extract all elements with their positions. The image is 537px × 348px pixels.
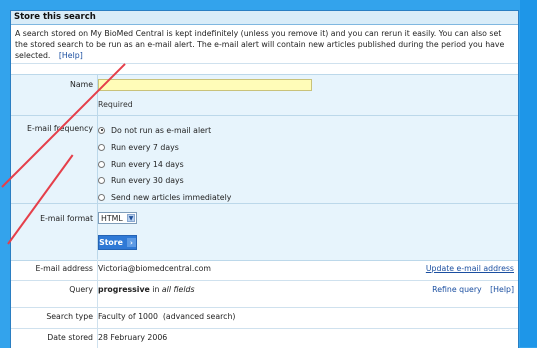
search-type-label: Search type <box>46 312 93 321</box>
query-label: Query <box>69 285 93 294</box>
store-button-label: Store <box>99 238 123 247</box>
query-in: in <box>149 285 162 294</box>
search-type-row: Search type Faculty of 1000 (advanced se… <box>11 308 518 329</box>
email-format-value: HTML <box>101 213 123 223</box>
email-format-select[interactable]: HTML ▼ <box>98 212 137 224</box>
email-address-label: E-mail address <box>35 264 93 273</box>
name-input[interactable] <box>98 79 312 91</box>
form-separator <box>11 115 518 116</box>
search-type-value: Faculty of 1000 (advanced search) <box>98 312 236 321</box>
date-stored-value: 28 February 2006 <box>98 333 168 342</box>
radio-icon[interactable] <box>98 193 105 201</box>
frequency-option-label: Run every 30 days <box>111 175 184 185</box>
name-label: Name <box>69 80 93 89</box>
query-value: progressive in all fields <box>98 285 195 294</box>
frequency-option-immediate[interactable]: Send new articles immediately <box>98 191 231 203</box>
query-links: Refine query [Help] <box>432 285 514 294</box>
query-fields: all fields <box>161 285 195 294</box>
query-term: progressive <box>98 285 150 294</box>
frequency-option-none[interactable]: Do not run as e-mail alert <box>98 124 211 136</box>
panel-title: Store this search <box>11 11 518 25</box>
radio-icon[interactable] <box>98 160 105 168</box>
intro-text: A search stored on My BioMed Central is … <box>11 25 518 64</box>
form-separator <box>11 203 518 204</box>
refine-query-link[interactable]: Refine query <box>432 285 482 294</box>
radio-icon[interactable] <box>98 176 105 184</box>
required-note: Required <box>98 100 133 109</box>
frequency-option-label: Run every 7 days <box>111 142 179 152</box>
intro-help-link[interactable]: [Help] <box>59 51 83 60</box>
date-stored-label: Date stored <box>47 333 93 342</box>
frequency-option-label: Send new articles immediately <box>111 192 232 202</box>
frequency-option-14[interactable]: Run every 14 days <box>98 158 184 170</box>
frequency-option-label: Do not run as e-mail alert <box>111 125 212 135</box>
intro-paragraph: A search stored on My BioMed Central is … <box>15 29 505 60</box>
email-address-row: E-mail address Victoria@biomedcentral.co… <box>11 260 518 281</box>
update-email-link[interactable]: Update e-mail address <box>426 264 514 273</box>
page-side-stripe <box>520 0 537 347</box>
store-search-panel: Store this search A search stored on My … <box>10 10 519 348</box>
query-row: Query progressive in all fields Refine q… <box>11 281 518 308</box>
frequency-option-label: Run every 14 days <box>111 159 184 169</box>
chevron-down-icon[interactable]: ▼ <box>127 214 135 222</box>
chevron-right-icon: › <box>126 238 136 247</box>
email-address-value: Victoria@biomedcentral.com <box>98 264 211 273</box>
radio-icon[interactable] <box>98 143 105 151</box>
radio-icon[interactable] <box>98 126 105 134</box>
frequency-option-7[interactable]: Run every 7 days <box>98 141 179 153</box>
query-help-link[interactable]: [Help] <box>490 285 514 294</box>
date-stored-row: Date stored 28 February 2006 <box>11 329 518 348</box>
frequency-option-30[interactable]: Run every 30 days <box>98 174 184 186</box>
store-button[interactable]: Store › <box>98 235 137 250</box>
email-frequency-label: E-mail frequency <box>11 124 93 133</box>
